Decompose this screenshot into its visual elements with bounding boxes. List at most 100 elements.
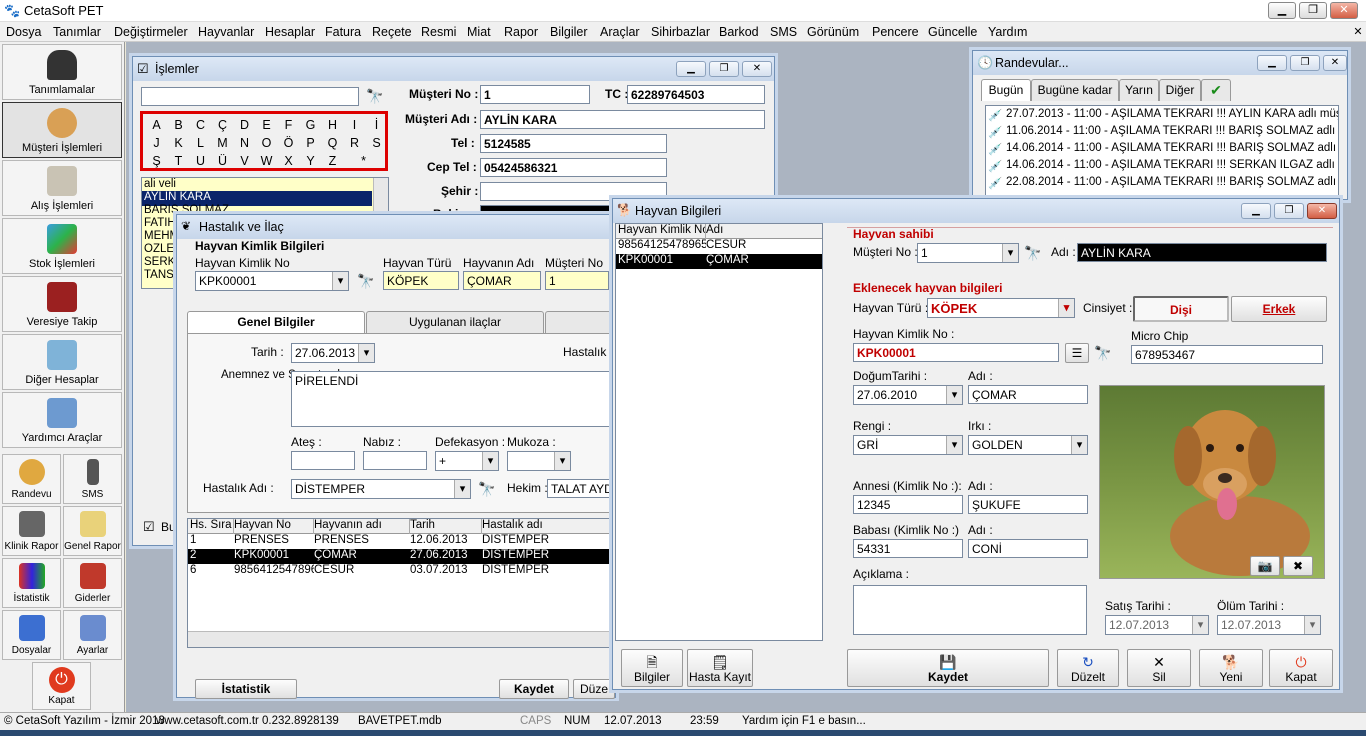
sidebar-item-diger[interactable]: Diğer Hesaplar [2, 334, 122, 390]
menu-resmi[interactable]: Resmi [421, 25, 456, 39]
bilgiler-button[interactable]: 🗎 Bilgiler [621, 649, 683, 687]
binoculars-icon[interactable]: 🔭 [365, 87, 385, 105]
menu-rapor[interactable]: Rapor [504, 25, 538, 39]
renk-select[interactable]: GRİ [853, 435, 963, 455]
close-button[interactable]: ✕ [1330, 2, 1358, 19]
tarih-select[interactable]: 27.06.2013 [291, 343, 375, 363]
checkmark-icon[interactable]: ✔ [1201, 79, 1231, 101]
islemler-close[interactable]: ✕ [742, 61, 772, 77]
binoculars-icon[interactable]: 🔭 [1023, 244, 1043, 262]
sil-button[interactable]: ✕ Sil [1127, 649, 1191, 687]
tab-genel-bilgiler[interactable]: Genel Bilgiler [187, 311, 365, 333]
mdi-close-icon[interactable]: ✕ [1350, 22, 1366, 42]
small-ayarlar[interactable]: Ayarlar [63, 610, 122, 660]
menu-miat[interactable]: Miat [467, 25, 491, 39]
menu-gorunum[interactable]: Görünüm [807, 25, 859, 39]
baba-adi-field[interactable]: CONİ [968, 539, 1088, 558]
kimlik-field[interactable]: KPK00001 [853, 343, 1059, 362]
letter-btn[interactable]: T [168, 152, 189, 171]
letter-btn[interactable]: Ş [146, 152, 167, 171]
small-dosyalar[interactable]: Dosyalar [2, 610, 61, 660]
islemler-restore[interactable]: ❐ [709, 61, 739, 77]
letter-btn[interactable]: E [256, 116, 277, 135]
menu-recete[interactable]: Reçete [372, 25, 412, 39]
letter-btn[interactable]: O [256, 134, 277, 153]
tab-bugun[interactable]: Bugün [981, 79, 1031, 101]
dogum-select[interactable]: 27.06.2010 [853, 385, 963, 405]
yeni-button[interactable]: 🐕 Yeni [1199, 649, 1263, 687]
delete-photo-icon[interactable]: ✖ [1283, 556, 1313, 576]
small-giderler[interactable]: Giderler [63, 558, 122, 608]
letter-btn[interactable]: * [353, 152, 374, 171]
anne-adi-field[interactable]: ŞUKUFE [968, 495, 1088, 514]
list-item[interactable]: 💉 14.06.2014 - 11:00 - AŞILAMA TEKRARI !!… [986, 142, 1338, 157]
menu-pencere[interactable]: Pencere [872, 25, 919, 39]
islemler-minimize[interactable]: ▁ [676, 61, 706, 77]
letter-btn[interactable]: Ç [212, 116, 233, 135]
anamnez-field[interactable]: PİRELENDİ [291, 371, 615, 427]
duzelt-button[interactable]: ↻ Düzelt [1057, 649, 1119, 687]
sidebar-item-stok[interactable]: Stok İşlemleri [2, 218, 122, 274]
cep-tel-field[interactable]: 05424586321 [480, 158, 667, 177]
hayvan-minimize[interactable]: ▁ [1241, 203, 1271, 219]
sidebar-item-musteri[interactable]: Müşteri İşlemleri [2, 102, 122, 158]
letter-btn[interactable]: R [344, 134, 365, 153]
randevu-list[interactable]: 💉 27.07.2013 - 11:00 - AŞILAMA TEKRARI !!… [985, 105, 1339, 197]
satis-select[interactable]: 12.07.2013 [1105, 615, 1209, 635]
restore-button[interactable]: ❐ [1299, 2, 1327, 19]
small-sms[interactable]: SMS [63, 454, 122, 504]
musteri-no-field[interactable]: 1 [480, 85, 590, 104]
musteri-adi-field[interactable]: AYLİN KARA [480, 110, 765, 129]
letter-btn[interactable]: W [256, 152, 277, 171]
letter-btn[interactable]: Y [300, 152, 321, 171]
letter-btn[interactable]: K [168, 134, 189, 153]
letter-btn[interactable]: I [344, 116, 365, 135]
table-scrollbar[interactable] [188, 631, 614, 647]
letter-btn[interactable]: D [234, 116, 255, 135]
hadi-field[interactable]: ÇOMAR [968, 385, 1088, 404]
letter-btn[interactable]: L [190, 134, 211, 153]
menu-hesaplar[interactable]: Hesaplar [265, 25, 315, 39]
sidebar-item-yardimci[interactable]: Yardımcı Araçlar [2, 392, 122, 448]
randevular-close[interactable]: ✕ [1323, 55, 1347, 71]
small-istatistik[interactable]: İstatistik [2, 558, 61, 608]
table-row[interactable]: 2 KPK00001 ÇOMAR 27.06.2013 DİSTEMPER [188, 549, 614, 564]
disi-button[interactable]: Dişi [1133, 296, 1229, 322]
menu-bilgiler[interactable]: Bilgiler [550, 25, 588, 39]
menu-barkod[interactable]: Barkod [719, 25, 759, 39]
menu-dosya[interactable]: Dosya [6, 25, 41, 39]
chip-field[interactable]: 678953467 [1131, 345, 1323, 364]
tab-diger[interactable]: Diğer [1159, 79, 1201, 101]
menu-guncelle[interactable]: Güncelle [928, 25, 977, 39]
ates-field[interactable] [291, 451, 355, 470]
letter-btn[interactable]: M [212, 134, 233, 153]
list-item[interactable]: 💉 11.06.2014 - 11:00 - AŞILAMA TEKRARI !!… [986, 125, 1338, 140]
letter-btn[interactable]: F [278, 116, 299, 135]
letter-btn[interactable]: Z [322, 152, 343, 171]
menu-degistirmeler[interactable]: Değiştirmeler [114, 25, 188, 39]
list-item[interactable]: 💉 27.07.2013 - 11:00 - AŞILAMA TEKRARI !!… [986, 108, 1338, 123]
binoculars-icon[interactable]: 🔭 [356, 272, 376, 290]
baba-field[interactable]: 54331 [853, 539, 963, 558]
letter-btn[interactable]: İ [366, 116, 387, 135]
sidebar-item-alis[interactable]: Alış İşlemleri [2, 160, 122, 216]
tel-field[interactable]: 5124585 [480, 134, 667, 153]
search-input[interactable] [141, 87, 359, 106]
small-kapat[interactable]: ⏻ Kapat [32, 662, 91, 710]
tab-uygulanan-ilaclar[interactable]: Uygulanan ilaçlar [366, 311, 544, 333]
menu-fatura[interactable]: Fatura [325, 25, 361, 39]
randevular-restore[interactable]: ❐ [1290, 55, 1320, 71]
sidebar-item-tanimlamalar[interactable]: Tanımlamalar [2, 44, 122, 100]
letter-btn[interactable]: A [146, 116, 167, 135]
letter-btn[interactable]: C [190, 116, 211, 135]
tab-bugune-kadar[interactable]: Bugüne kadar [1031, 79, 1119, 101]
letter-btn[interactable]: Ü [212, 152, 233, 171]
table-row[interactable]: 6 9856412547896 CESUR 03.07.2013 DİSTEMP… [188, 564, 614, 579]
list-item[interactable]: 💉 22.08.2014 - 11:00 - AŞILAMA TEKRARI !!… [986, 176, 1338, 191]
tc-field[interactable]: 62289764503 [627, 85, 765, 104]
letter-btn[interactable]: P [300, 134, 321, 153]
list-item[interactable]: 98564125478965 CESUR [616, 239, 822, 254]
sidebar-item-veresiye[interactable]: Veresiye Takip [2, 276, 122, 332]
list-item[interactable]: KPK00001 ÇOMAR [616, 254, 822, 269]
minimize-button[interactable]: ▁ [1268, 2, 1296, 19]
